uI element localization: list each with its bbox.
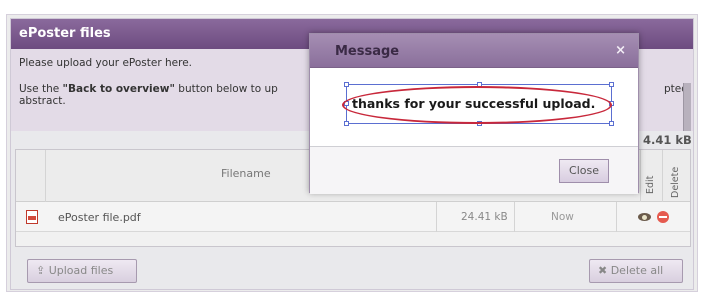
- pdf-icon: [26, 210, 38, 224]
- delete-all-button[interactable]: ✖ Delete all: [589, 259, 683, 283]
- info-text-back: Use the "Back to overview" button below …: [19, 83, 349, 107]
- divider: [514, 202, 515, 232]
- scrollbar[interactable]: [683, 83, 691, 131]
- dialog-message: thanks for your successful upload.: [352, 96, 596, 111]
- file-date: Now: [551, 211, 574, 223]
- dialog-body: thanks for your successful upload.: [310, 68, 638, 146]
- file-name-link[interactable]: ePoster file.pdf: [58, 211, 141, 224]
- resize-handle[interactable]: [344, 82, 349, 87]
- info-text-bold: "Back to overview": [62, 83, 175, 95]
- close-icon[interactable]: ×: [615, 43, 626, 58]
- close-button[interactable]: Close: [559, 159, 609, 183]
- upload-files-button[interactable]: ⇪ Upload files: [27, 259, 137, 283]
- resize-handle[interactable]: [609, 82, 614, 87]
- header-delete-col: Delete: [662, 150, 690, 202]
- resize-handle[interactable]: [344, 121, 349, 126]
- info-text-wrap: abstract.: [19, 95, 66, 107]
- header-icon-col: [16, 150, 46, 202]
- resize-handle[interactable]: [609, 121, 614, 126]
- dialog-title: Message: [335, 44, 400, 59]
- header-filename[interactable]: Filename: [221, 167, 271, 180]
- divider: [616, 202, 617, 232]
- file-size: 24.41 kB: [461, 211, 508, 223]
- dialog-header: Message ×: [310, 34, 638, 68]
- total-size: 4.41 kB: [643, 133, 692, 147]
- message-dialog: Message × thanks for your successful upl…: [309, 33, 639, 194]
- divider: [436, 202, 437, 232]
- dialog-footer: Close: [310, 146, 638, 194]
- header-edit-col: Edit: [640, 150, 662, 202]
- info-text-upload: Please upload your ePoster here.: [19, 57, 192, 69]
- delete-icon[interactable]: [657, 211, 669, 223]
- view-eye-icon[interactable]: [638, 213, 651, 221]
- info-text-suffix: button below to up: [174, 83, 278, 95]
- info-text-prefix: Use the: [19, 83, 63, 95]
- header-delete: Delete: [670, 166, 681, 198]
- header-edit: Edit: [645, 175, 656, 194]
- panel-title: ePoster files: [19, 26, 111, 41]
- table-row[interactable]: ePoster file.pdf 24.41 kB Now: [16, 202, 690, 232]
